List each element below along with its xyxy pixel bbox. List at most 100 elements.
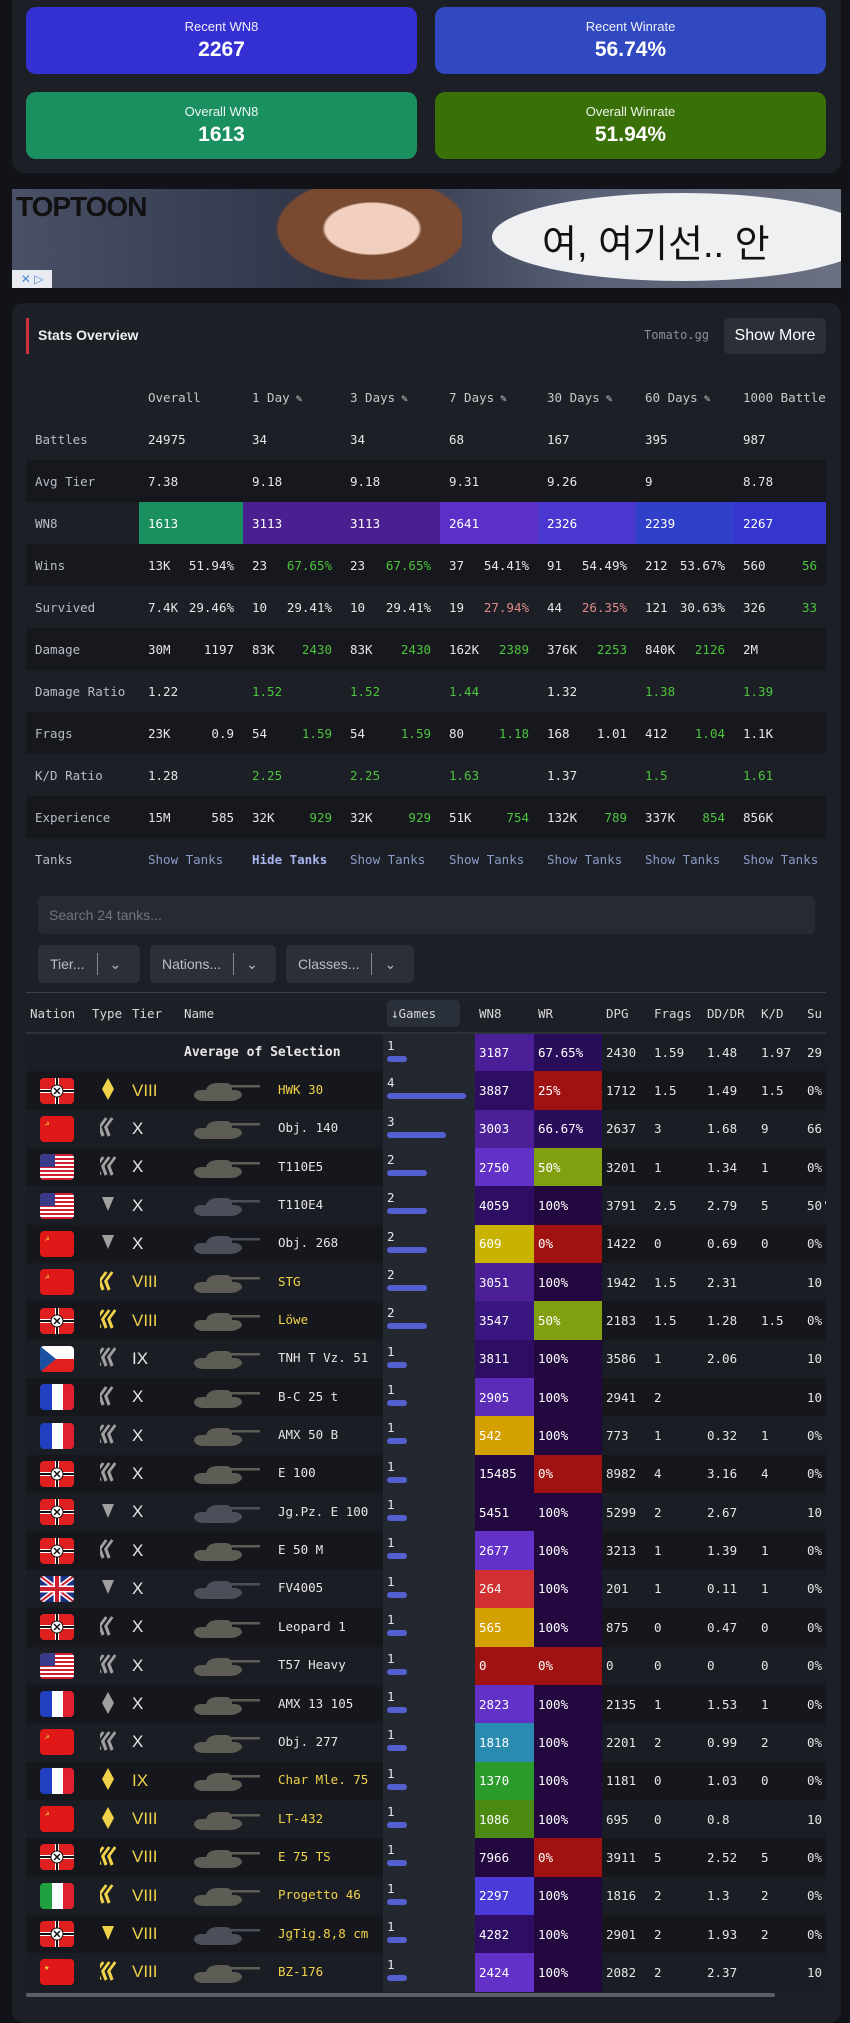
column-header-60-days[interactable]: 60 Days ✎ <box>636 376 734 418</box>
pencil-icon[interactable]: ✎ <box>296 392 303 405</box>
tank-name[interactable]: Jg.Pz. E 100 <box>278 1504 368 1519</box>
tank-name[interactable]: Char Mle. 75 <box>278 1772 368 1787</box>
tank-row[interactable]: IX TNH T Vz. 51 1 3811 100% 3586 1 2.06 10 <box>26 1339 826 1379</box>
name-cell[interactable]: T110E4 <box>180 1186 383 1225</box>
tank-name[interactable]: E 75 TS <box>278 1849 331 1864</box>
column-header-1-day[interactable]: 1 Day ✎ <box>243 376 341 418</box>
name-cell[interactable]: Progetto 46 <box>180 1876 383 1915</box>
pencil-icon[interactable]: ✎ <box>500 392 507 405</box>
tank-name[interactable]: LT-432 <box>278 1811 323 1826</box>
tank-row[interactable]: IX Char Mle. 75 1 1370 100% 1181 0 1.03 0 0% <box>26 1761 826 1800</box>
name-cell[interactable]: BZ-176 <box>180 1953 383 1992</box>
tank-row[interactable]: ☭ VIII LT-432 1 1086 100% 695 0 0.8 10 <box>26 1799 826 1839</box>
column-header-name[interactable]: Name <box>180 994 383 1034</box>
column-header-7-days[interactable]: 7 Days ✎ <box>440 376 538 418</box>
tank-name[interactable]: Obj. 277 <box>278 1734 338 1749</box>
tank-name[interactable]: HWK 30 <box>278 1082 323 1097</box>
tank-row[interactable]: X T110E4 2 4059100%37912.52.79550' <box>26 1186 826 1225</box>
show-tanks-link[interactable]: Show Tanks <box>148 852 223 867</box>
tank-row[interactable]: ☭ X Obj. 268 2 609 0% 1422 0 0.69 0 0% <box>26 1224 826 1264</box>
tank-name[interactable]: Löwe <box>278 1312 308 1327</box>
name-cell[interactable]: HWK 30 <box>180 1071 383 1110</box>
tank-row[interactable]: VIII Progetto 46 1 2297 100% 1816 2 1.3 2 0% <box>26 1876 826 1915</box>
tank-row[interactable]: X B-C 25 t 1 2905 100% 2941 2 10 <box>26 1378 826 1417</box>
name-cell[interactable]: T57 Heavy <box>180 1646 383 1685</box>
name-cell[interactable]: STG <box>180 1263 383 1302</box>
tank-name[interactable]: FV4005 <box>278 1580 323 1595</box>
name-cell[interactable]: AMX 50 B <box>180 1416 383 1455</box>
tank-row[interactable]: ☭ X Obj. 277 1 1818 100% 2201 2 0.99 2 0% <box>26 1723 826 1762</box>
tank-name[interactable]: JgTig.8,8 cm <box>278 1926 368 1941</box>
tank-name[interactable]: Leopard 1 <box>278 1619 346 1634</box>
tank-name[interactable]: Progetto 46 <box>278 1887 361 1902</box>
column-header-30-days[interactable]: 30 Days ✎ <box>538 376 636 418</box>
ad-close-icon[interactable]: ✕ ▷ <box>12 270 52 288</box>
name-cell[interactable]: Jg.Pz. E 100 <box>180 1493 383 1532</box>
tank-name[interactable]: T57 Heavy <box>278 1657 346 1672</box>
tank-row[interactable]: VIII JgTig.8,8 cm 1 4282 100% 2901 2 1.93 2 0% <box>26 1914 826 1954</box>
name-cell[interactable]: Char Mle. 75 <box>180 1761 383 1800</box>
tank-row[interactable]: X T57 Heavy 1 0 0% 0 0 0 0 0% <box>26 1646 826 1685</box>
name-cell[interactable]: E 50 M <box>180 1531 383 1570</box>
name-cell[interactable]: Obj. 277 <box>180 1723 383 1762</box>
name-cell[interactable]: TNH T Vz. 51 <box>180 1339 383 1379</box>
name-cell[interactable]: Obj. 140 <box>180 1109 383 1149</box>
horizontal-scrollbar[interactable] <box>26 1993 775 1997</box>
tank-row[interactable]: XE 50 M 1 2677 100% 3213 1 1.39 1 0% <box>26 1531 826 1570</box>
tank-name[interactable]: STG <box>278 1274 301 1289</box>
name-cell[interactable]: E 100 <box>180 1454 383 1494</box>
tier-filter-dropdown[interactable]: Tier... ⌄ <box>38 945 140 983</box>
show-tanks-link[interactable]: Show Tanks <box>350 852 425 867</box>
tank-row[interactable]: X FV4005 1 264 100% 201 1 0.11 1 0% <box>26 1569 826 1609</box>
column-header-dddr[interactable]: DD/DR <box>703 994 757 1034</box>
tank-row[interactable]: ★ VIII BZ-176 1 2424 100% 2082 2 2.37 10 <box>26 1953 826 1992</box>
column-header-wn[interactable]: WN8 <box>475 994 534 1034</box>
tank-row[interactable]: X Jg.Pz. E 100 1 5451 100% 5299 2 2.67 10 <box>26 1493 826 1532</box>
column-header-kd[interactable]: K/D <box>757 994 803 1034</box>
column-header-wr[interactable]: WR <box>534 994 602 1034</box>
tank-row[interactable]: ☭ X Obj. 140 3 3003 66.67% 2637 3 1.68 9 66 <box>26 1109 826 1149</box>
pencil-icon[interactable]: ✎ <box>606 392 613 405</box>
show-tanks-link[interactable]: Show Tanks <box>743 852 818 867</box>
column-header-dpg[interactable]: DPG <box>602 994 650 1034</box>
tank-row[interactable]: VIII E 75 TS 1 7966 0% 3911 5 2.52 5 0% <box>26 1838 826 1877</box>
name-cell[interactable]: B-C 25 t <box>180 1378 383 1417</box>
tank-search-input[interactable]: Search 24 tanks... <box>38 896 815 934</box>
show-tanks-link[interactable]: Show Tanks <box>547 852 622 867</box>
column-header-games[interactable]: ↓Games <box>383 994 475 1034</box>
name-cell[interactable]: AMX 13 105 <box>180 1684 383 1724</box>
tank-name[interactable]: Obj. 140 <box>278 1120 338 1135</box>
tank-row[interactable]: X T110E5 2 2750 50% 3201 1 1.34 1 0% <box>26 1148 826 1187</box>
tank-name[interactable]: E 100 <box>278 1465 316 1480</box>
tank-name[interactable]: E 50 M <box>278 1542 323 1557</box>
name-cell[interactable]: JgTig.8,8 cm <box>180 1914 383 1954</box>
show-tanks-link[interactable]: Show Tanks <box>645 852 720 867</box>
tank-row[interactable]: ☭ VIII STG 2 3051 100% 1942 1.5 2.31 10 <box>26 1263 826 1302</box>
pencil-icon[interactable]: ✎ <box>704 392 711 405</box>
show-tanks-link[interactable]: Show Tanks <box>449 852 524 867</box>
advertisement-banner[interactable]: TOPTOON 여, 여기선.. 안 ✕ ▷ <box>12 189 841 288</box>
tank-row[interactable]: VIII HWK 30 4 3887 25% 1712 1.5 1.49 1.5 0% <box>26 1071 826 1110</box>
tank-row[interactable]: X AMX 13 105 1 2823 100% 2135 1 1.53 1 0% <box>26 1684 826 1724</box>
column-header-nation[interactable]: Nation <box>26 994 88 1034</box>
hide-tanks-link[interactable]: Hide Tanks <box>252 852 327 867</box>
tank-name[interactable]: T110E5 <box>278 1159 323 1174</box>
tank-name[interactable]: T110E4 <box>278 1197 323 1212</box>
tank-name[interactable]: AMX 50 B <box>278 1427 338 1442</box>
column-header-su[interactable]: Su <box>803 994 826 1034</box>
tank-row[interactable]: X AMX 50 B 1 542 100% 773 1 0.32 1 0% <box>26 1416 826 1455</box>
column-header-frags[interactable]: Frags <box>650 994 703 1034</box>
name-cell[interactable]: Leopard 1 <box>180 1608 383 1647</box>
nations-filter-dropdown[interactable]: Nations... ⌄ <box>150 945 276 983</box>
name-cell[interactable]: Obj. 268 <box>180 1224 383 1264</box>
name-cell[interactable]: LT-432 <box>180 1799 383 1839</box>
tank-row[interactable]: VIII Löwe 2 3547 50% 2183 1.5 1.28 1.5 0% <box>26 1301 826 1340</box>
name-cell[interactable]: FV4005 <box>180 1569 383 1609</box>
pencil-icon[interactable]: ✎ <box>401 392 408 405</box>
name-cell[interactable]: Löwe <box>180 1301 383 1340</box>
tank-name[interactable]: B-C 25 t <box>278 1389 338 1404</box>
tank-row[interactable]: XE 100 1 15485 0% 8982 4 3.16 4 0% <box>26 1454 826 1494</box>
tank-name[interactable]: AMX 13 105 <box>278 1696 353 1711</box>
column-header-tier[interactable]: Tier <box>128 994 180 1034</box>
tank-row[interactable]: X Leopard 1 1 565 100% 875 0 0.47 0 0% <box>26 1608 826 1647</box>
